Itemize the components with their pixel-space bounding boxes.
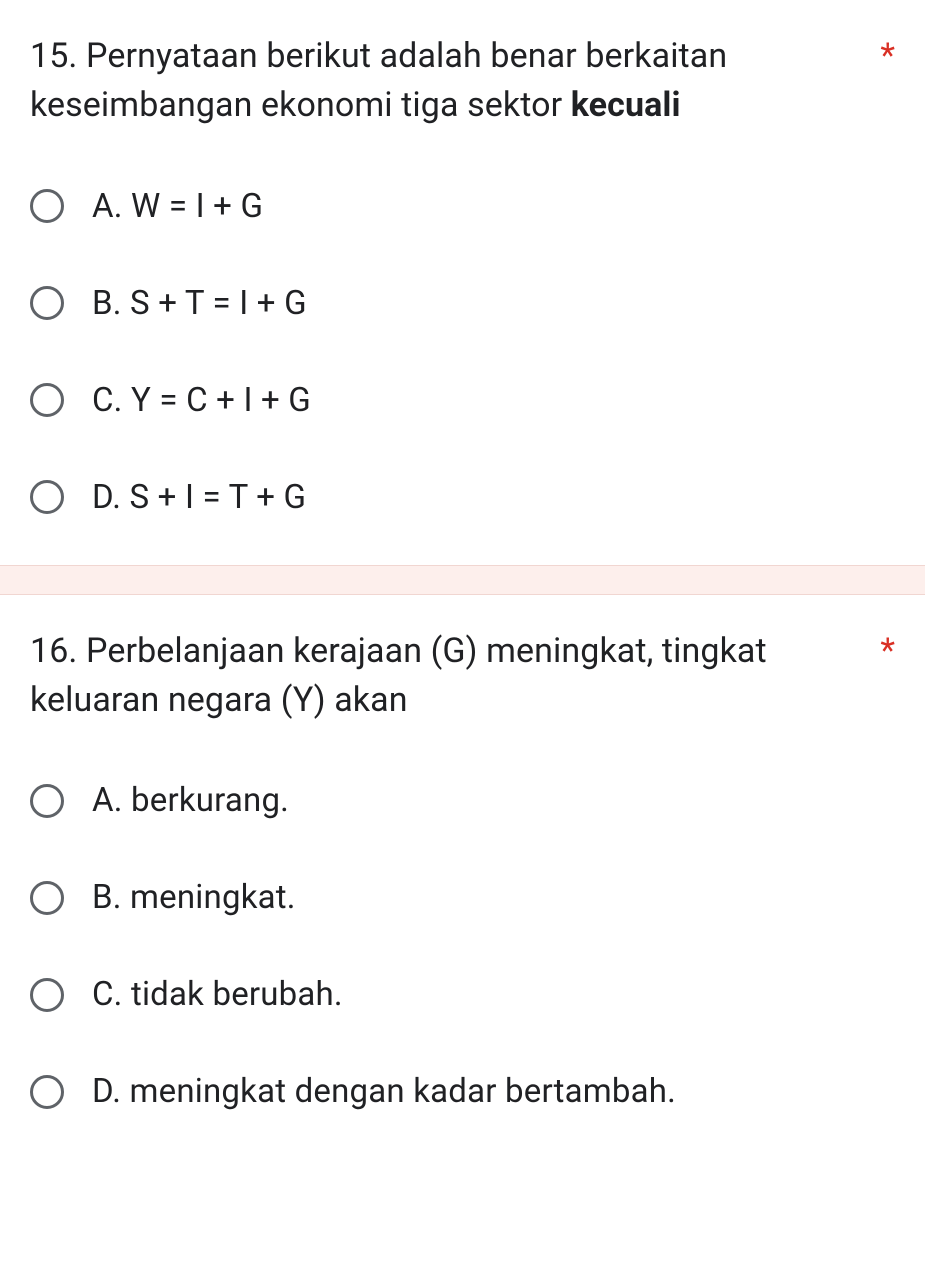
option-c[interactable]: C. tidak berubah. — [30, 975, 895, 1014]
question-number: 15. — [30, 36, 77, 76]
option-label: C. tidak berubah. — [92, 975, 343, 1014]
option-a[interactable]: A. W = I + G — [30, 187, 895, 226]
question-block-16: 16. Perbelanjaan kerajaan (G) meningkat,… — [0, 595, 925, 1160]
option-d[interactable]: D. S + I = T + G — [30, 478, 895, 517]
option-label: D. S + I = T + G — [92, 478, 306, 517]
required-asterisk: * — [880, 32, 895, 81]
question-block-15: 15. Pernyataan berikut adalah benar berk… — [0, 0, 925, 565]
option-label: B. meningkat. — [92, 878, 296, 917]
option-c[interactable]: C. Y = C + I + G — [30, 381, 895, 420]
radio-icon — [30, 480, 64, 514]
options-group: A. W = I + G B. S + T = I + G C. Y = C +… — [30, 187, 895, 517]
required-asterisk: * — [880, 627, 895, 676]
question-header: 16. Perbelanjaan kerajaan (G) meningkat,… — [30, 627, 895, 726]
radio-icon — [30, 978, 64, 1012]
option-b[interactable]: B. meningkat. — [30, 878, 895, 917]
question-text: 16. Perbelanjaan kerajaan (G) meningkat,… — [30, 627, 862, 726]
options-group: A. berkurang. B. meningkat. C. tidak ber… — [30, 781, 895, 1111]
option-label: C. Y = C + I + G — [92, 381, 311, 420]
question-header: 15. Pernyataan berikut adalah benar berk… — [30, 32, 895, 131]
question-number: 16. — [30, 631, 77, 671]
section-divider — [0, 565, 925, 595]
radio-icon — [30, 286, 64, 320]
radio-icon — [30, 189, 64, 223]
option-b[interactable]: B. S + T = I + G — [30, 284, 895, 323]
question-body: Perbelanjaan kerajaan (G) meningkat, tin… — [30, 631, 767, 720]
option-label: A. W = I + G — [92, 187, 263, 226]
option-label: A. berkurang. — [92, 781, 289, 820]
radio-icon — [30, 881, 64, 915]
option-d[interactable]: D. meningkat dengan kadar bertambah. — [30, 1072, 895, 1111]
option-label: D. meningkat dengan kadar bertambah. — [92, 1072, 676, 1111]
radio-icon — [30, 383, 64, 417]
radio-icon — [30, 1075, 64, 1109]
question-bold: kecuali — [571, 85, 681, 125]
radio-icon — [30, 784, 64, 818]
option-label: B. S + T = I + G — [92, 284, 307, 323]
option-a[interactable]: A. berkurang. — [30, 781, 895, 820]
question-text: 15. Pernyataan berikut adalah benar berk… — [30, 32, 862, 131]
